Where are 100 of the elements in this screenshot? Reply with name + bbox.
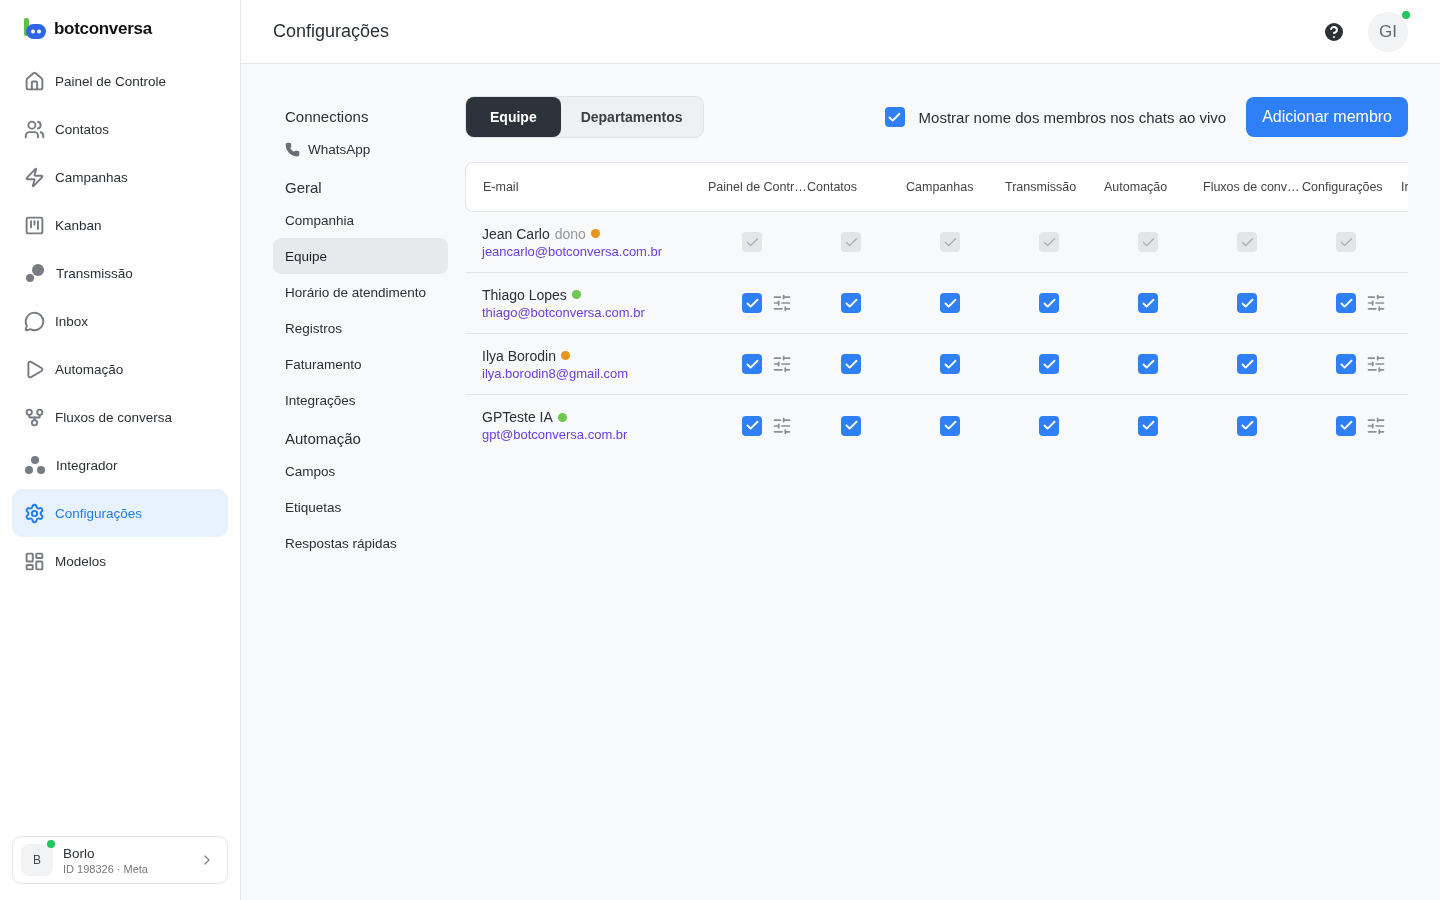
sidebar-item[interactable]: Transmissão xyxy=(12,249,228,297)
permission-checkbox[interactable] xyxy=(841,354,861,374)
column-header: Campanhas xyxy=(906,180,974,194)
settings-nav-item[interactable]: Faturamento xyxy=(273,346,448,382)
permission-checkbox[interactable] xyxy=(1336,293,1356,313)
dots-icon xyxy=(24,262,46,284)
sidebar-item[interactable]: Campanhas xyxy=(12,153,228,201)
brand-name: botconversa xyxy=(54,19,152,39)
permission-checkbox[interactable] xyxy=(1237,354,1257,374)
sidebar-item[interactable]: Inbox xyxy=(12,297,228,345)
check-icon xyxy=(1239,418,1255,433)
permission-checkbox[interactable] xyxy=(1039,293,1059,313)
permission-checkbox[interactable] xyxy=(940,354,960,374)
settings-sliders-icon[interactable] xyxy=(1366,354,1386,374)
settings-sliders-icon[interactable] xyxy=(772,415,792,436)
permission-checkbox[interactable] xyxy=(1138,354,1158,374)
sidebar-item[interactable]: Contatos xyxy=(12,105,228,153)
settings-sliders-icon[interactable] xyxy=(1366,293,1386,313)
permission-checkbox[interactable] xyxy=(1237,293,1257,313)
check-icon xyxy=(843,418,859,433)
settings-nav-item[interactable]: Horário de atendimento xyxy=(273,274,448,310)
add-member-button[interactable]: Adicionar membro xyxy=(1246,97,1408,137)
permission-checkbox[interactable] xyxy=(742,293,762,313)
permission-checkbox[interactable] xyxy=(1039,354,1059,374)
permission-checkbox[interactable] xyxy=(841,415,861,436)
account-card[interactable]: B Borlo ID 198326 · Meta xyxy=(12,836,228,884)
column-header: E-mail xyxy=(482,180,519,194)
settings-sliders-icon[interactable] xyxy=(1366,415,1386,436)
check-icon xyxy=(744,418,760,433)
sidebar-item[interactable]: Kanban xyxy=(12,201,228,249)
account-meta: ID 198326 · Meta xyxy=(63,862,149,875)
member-email: ilya.borodin8@gmail.com xyxy=(482,365,630,381)
permission-checkbox[interactable] xyxy=(940,293,960,313)
checkbox-label: Mostrar nome dos membros nos chats ao vivo xyxy=(918,108,1227,126)
settings-section-heading: Automação xyxy=(284,429,362,449)
member-email: jeancarlo@botconversa.com.br xyxy=(482,243,664,259)
layout-icon xyxy=(24,550,45,572)
tab[interactable]: Departamentos xyxy=(560,97,703,137)
settings-section-heading: Geral xyxy=(284,178,323,198)
permission-checkbox[interactable] xyxy=(742,354,762,374)
user-avatar[interactable]: GI xyxy=(1368,11,1408,52)
column-header: Contatos xyxy=(807,180,858,194)
settings-nav-item[interactable]: Etiquetas xyxy=(273,489,448,525)
column-header: Automação xyxy=(1104,180,1168,194)
settings-nav-item[interactable]: Companhia xyxy=(273,202,448,238)
phone-icon xyxy=(285,141,300,157)
check-icon xyxy=(1140,418,1156,433)
tab[interactable]: Equipe xyxy=(466,97,561,137)
settings-sliders-icon[interactable] xyxy=(772,354,792,374)
settings-nav-item[interactable]: Equipe xyxy=(273,238,448,274)
home-icon xyxy=(24,70,45,92)
sidebar-item[interactable]: Configurações xyxy=(12,489,228,537)
settings-nav-item[interactable]: WhatsApp xyxy=(273,131,448,167)
check-icon xyxy=(942,418,958,433)
member-email: gpt@botconversa.com.br xyxy=(482,427,629,442)
checkbox[interactable] xyxy=(884,107,905,127)
settings-nav-item[interactable]: Registros xyxy=(273,310,448,346)
settings-nav-item[interactable]: Campos xyxy=(273,453,448,489)
column-header: Ir xyxy=(1401,180,1408,194)
settings-nav-item[interactable]: Integrações xyxy=(273,382,448,418)
check-icon xyxy=(1041,418,1057,433)
member-name: Thiago Lopes xyxy=(482,286,567,303)
check-icon xyxy=(1338,418,1354,433)
sidebar-item[interactable]: Fluxos de conversa xyxy=(12,393,228,441)
permission-checkbox[interactable] xyxy=(1336,354,1356,374)
users-icon xyxy=(24,118,45,140)
kanban-icon xyxy=(24,214,45,236)
permission-checkbox[interactable] xyxy=(1138,415,1158,436)
member-name: GPTeste IA xyxy=(482,409,553,425)
settings-nav-item[interactable]: Respostas rápidas xyxy=(273,525,448,561)
sidebar-item[interactable]: Painel de Controle xyxy=(12,57,228,105)
column-header: Configurações xyxy=(1302,180,1383,194)
permission-checkbox[interactable] xyxy=(940,415,960,436)
account-name: Borlo xyxy=(63,845,96,861)
permission-checkbox[interactable] xyxy=(1336,415,1356,436)
column-header: Painel de Contr… xyxy=(708,180,807,194)
gear-icon xyxy=(24,502,45,524)
flow-icon xyxy=(24,406,45,428)
chat-icon xyxy=(24,310,45,332)
settings-sliders-icon[interactable] xyxy=(772,293,792,313)
column-header: Fluxos de conv… xyxy=(1203,180,1300,194)
permission-checkbox[interactable] xyxy=(1138,293,1158,313)
sidebar-item[interactable]: Modelos xyxy=(12,537,228,585)
member-name: Ilya Borodin xyxy=(482,347,556,364)
play-icon xyxy=(24,358,45,380)
permission-checkbox[interactable] xyxy=(841,293,861,313)
sidebar-item[interactable]: Integrador xyxy=(12,441,228,489)
zap-icon xyxy=(24,166,45,188)
permission-checkbox[interactable] xyxy=(1039,415,1059,436)
page-title: Configurações xyxy=(273,21,391,42)
member-name: Jean Carlo xyxy=(482,225,550,242)
member-role: dono xyxy=(554,225,586,242)
member-email: thiago@botconversa.com.br xyxy=(482,304,646,320)
permission-checkbox[interactable] xyxy=(1237,415,1257,436)
cluster-icon xyxy=(24,454,46,476)
column-header: Transmissão xyxy=(1005,180,1077,194)
permission-checkbox[interactable] xyxy=(742,415,762,436)
settings-section-heading: Connections xyxy=(284,107,370,127)
sidebar-item[interactable]: Automação xyxy=(12,345,228,393)
logo-icon xyxy=(24,18,48,40)
